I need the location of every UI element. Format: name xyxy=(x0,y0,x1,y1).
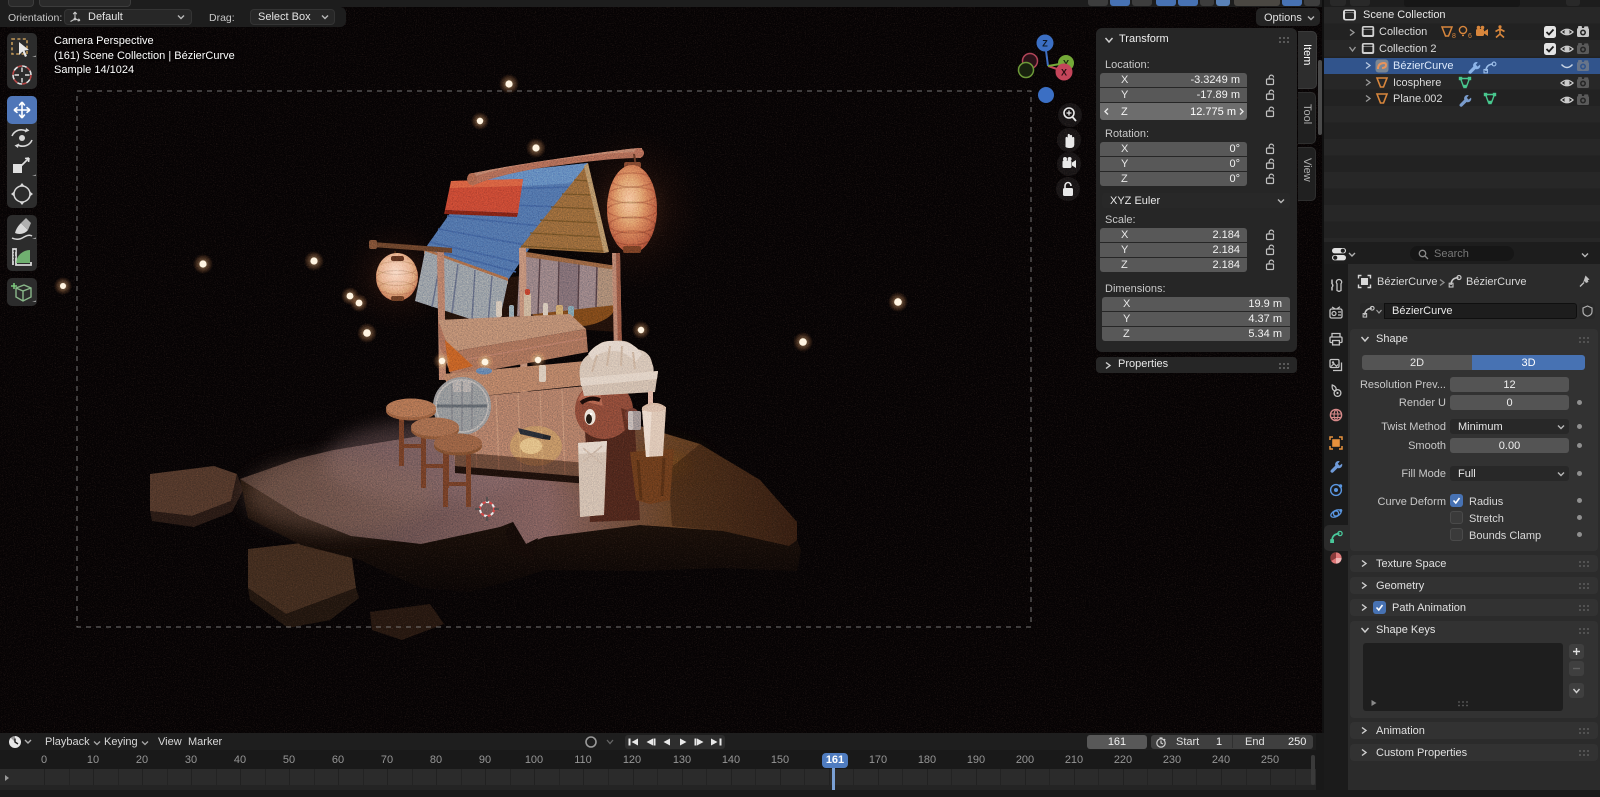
svg-text:6: 6 xyxy=(1468,33,1472,39)
svg-text:X: X xyxy=(1061,68,1067,78)
svg-text:8: 8 xyxy=(1452,33,1456,39)
svg-text:Z: Z xyxy=(1042,39,1048,49)
